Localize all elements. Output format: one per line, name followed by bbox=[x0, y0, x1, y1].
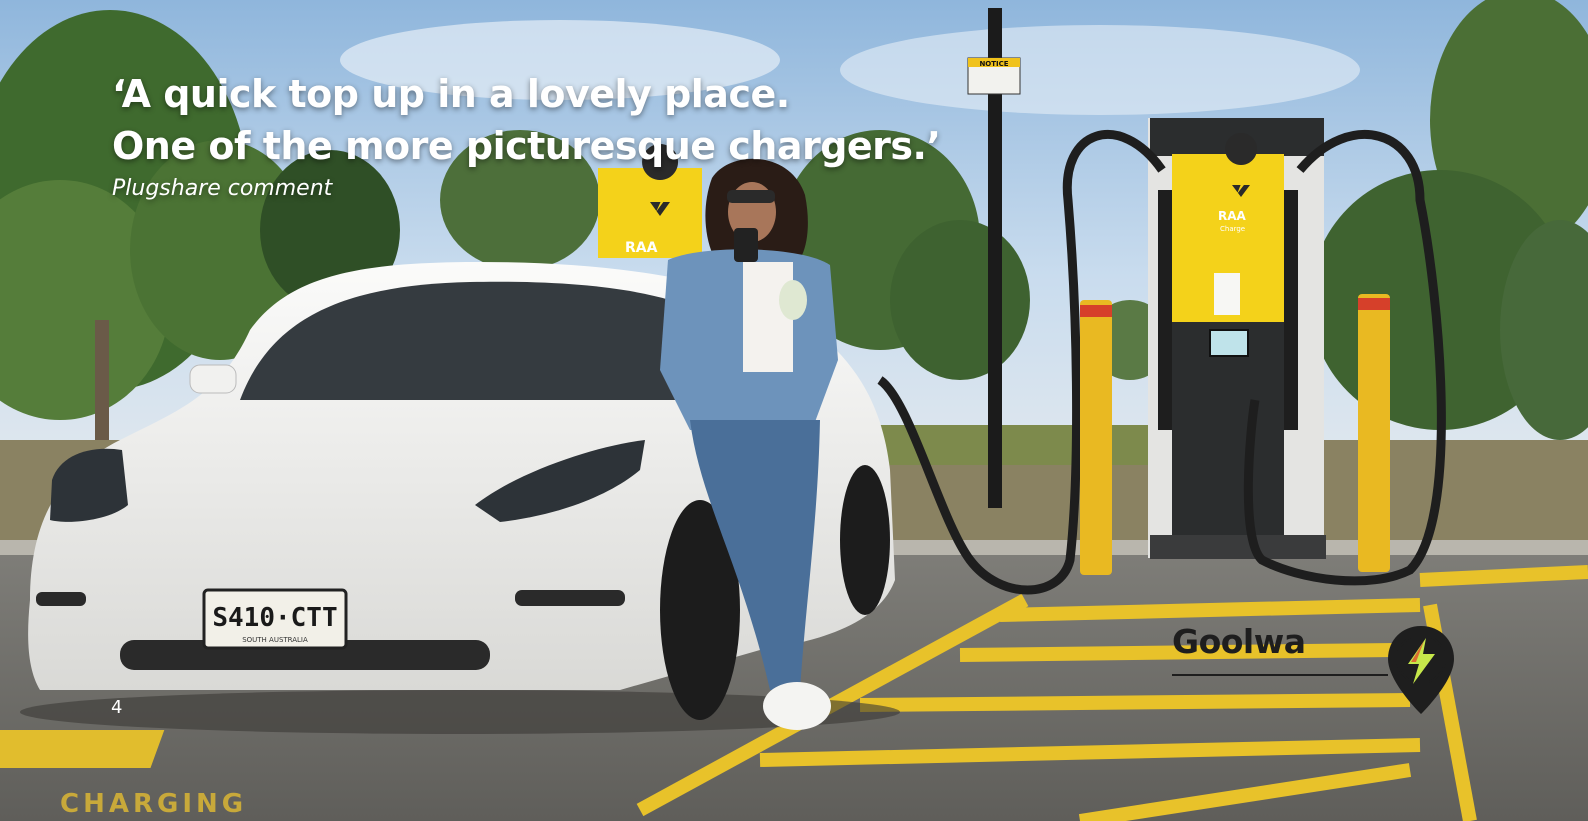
quote-block: ‘A quick top up in a lovely place. One o… bbox=[112, 68, 941, 204]
location-label: Goolwa bbox=[1172, 620, 1388, 676]
location-name: Goolwa bbox=[1172, 622, 1306, 661]
location-underline bbox=[1172, 674, 1388, 676]
lightning-pin-icon bbox=[1388, 626, 1454, 714]
number-plate: S410·CTT bbox=[212, 603, 337, 633]
quote-line-1: ‘A quick top up in a lovely place. bbox=[112, 72, 790, 116]
svg-text:RAA: RAA bbox=[625, 240, 658, 256]
svg-text:RAA: RAA bbox=[1218, 209, 1247, 223]
svg-text:Charge: Charge bbox=[1220, 225, 1245, 233]
quote-line-2: One of the more picturesque chargers.’ bbox=[112, 124, 941, 168]
svg-text:NOTICE: NOTICE bbox=[979, 60, 1008, 68]
ground-charging-text: CHARGING bbox=[60, 789, 247, 819]
page: CHARGING NOTICE RAA RAA Charge S410·CTT … bbox=[0, 0, 1588, 821]
quote-attribution: Plugshare comment bbox=[112, 176, 333, 201]
svg-text:SOUTH AUSTRALIA: SOUTH AUSTRALIA bbox=[242, 636, 308, 644]
page-number: 4 bbox=[111, 697, 123, 718]
